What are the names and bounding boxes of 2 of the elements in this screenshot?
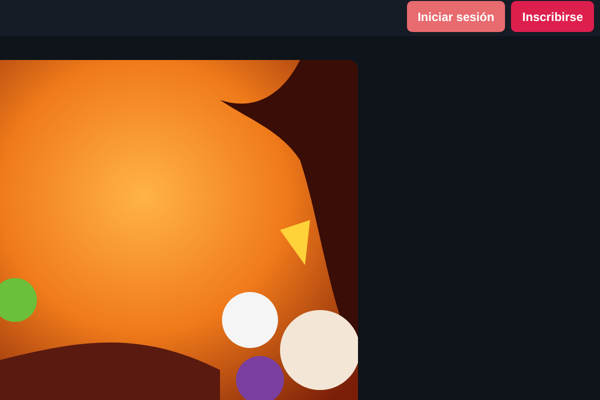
- signup-button[interactable]: Inscribirse: [511, 1, 594, 32]
- login-button[interactable]: Iniciar sesión: [406, 1, 506, 32]
